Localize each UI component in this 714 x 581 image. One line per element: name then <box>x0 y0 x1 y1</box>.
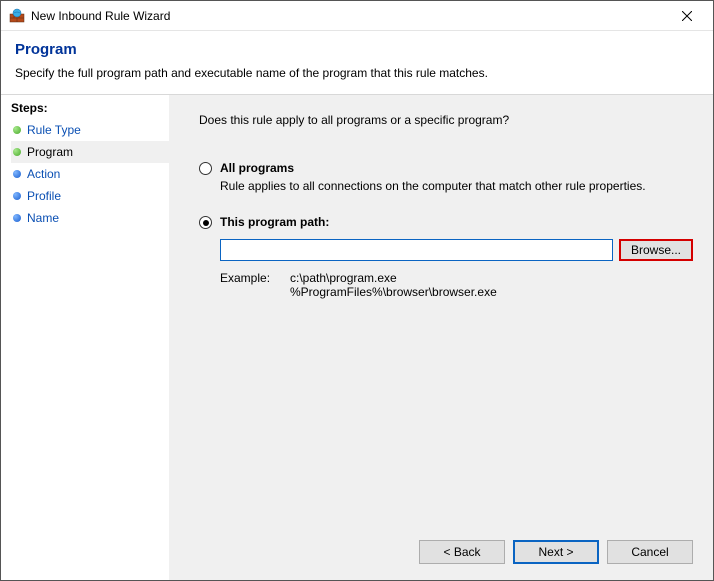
step-program[interactable]: Program <box>11 141 169 163</box>
example-label: Example: <box>220 271 290 299</box>
radio-all-programs[interactable] <box>199 162 212 175</box>
example-row: Example: c:\path\program.exe %ProgramFil… <box>220 271 693 299</box>
browse-button[interactable]: Browse... <box>619 239 693 261</box>
wizard-window: New Inbound Rule Wizard Program Specify … <box>0 0 714 581</box>
question-text: Does this rule apply to all programs or … <box>199 113 693 127</box>
titlebar: New Inbound Rule Wizard <box>1 1 713 31</box>
next-button[interactable]: Next > <box>513 540 599 564</box>
back-button[interactable]: < Back <box>419 540 505 564</box>
option-path-label: This program path: <box>220 215 329 229</box>
step-name[interactable]: Name <box>11 207 169 229</box>
option-all-programs: All programs <box>199 161 693 175</box>
option-all-desc: Rule applies to all connections on the c… <box>220 179 693 193</box>
program-path-row: Browse... <box>220 239 693 261</box>
wizard-body: Steps: Rule Type Program Action Profile … <box>1 95 713 580</box>
step-label: Profile <box>27 189 61 203</box>
page-title: Program <box>15 41 699 58</box>
wizard-header: Program Specify the full program path an… <box>1 31 713 95</box>
step-label: Program <box>27 145 73 159</box>
close-button[interactable] <box>664 1 709 30</box>
example-paths: c:\path\program.exe %ProgramFiles%\brows… <box>290 271 497 299</box>
step-profile[interactable]: Profile <box>11 185 169 207</box>
option-all-label: All programs <box>220 161 294 175</box>
option-this-program: This program path: <box>199 215 693 229</box>
step-bullet-icon <box>13 126 21 134</box>
cancel-button[interactable]: Cancel <box>607 540 693 564</box>
main-panel: Does this rule apply to all programs or … <box>169 95 713 580</box>
step-label: Action <box>27 167 60 181</box>
program-path-input[interactable] <box>220 239 613 261</box>
close-icon <box>682 11 692 21</box>
steps-sidebar: Steps: Rule Type Program Action Profile … <box>1 95 169 580</box>
step-action[interactable]: Action <box>11 163 169 185</box>
step-label: Rule Type <box>27 123 81 137</box>
wizard-footer: < Back Next > Cancel <box>419 540 693 564</box>
steps-title: Steps: <box>11 101 169 115</box>
step-label: Name <box>27 211 59 225</box>
step-rule-type[interactable]: Rule Type <box>11 119 169 141</box>
firewall-icon <box>9 8 25 24</box>
step-bullet-icon <box>13 214 21 222</box>
page-subtitle: Specify the full program path and execut… <box>15 66 699 80</box>
step-bullet-icon <box>13 148 21 156</box>
window-title: New Inbound Rule Wizard <box>31 9 664 23</box>
step-bullet-icon <box>13 170 21 178</box>
radio-this-program[interactable] <box>199 216 212 229</box>
step-bullet-icon <box>13 192 21 200</box>
